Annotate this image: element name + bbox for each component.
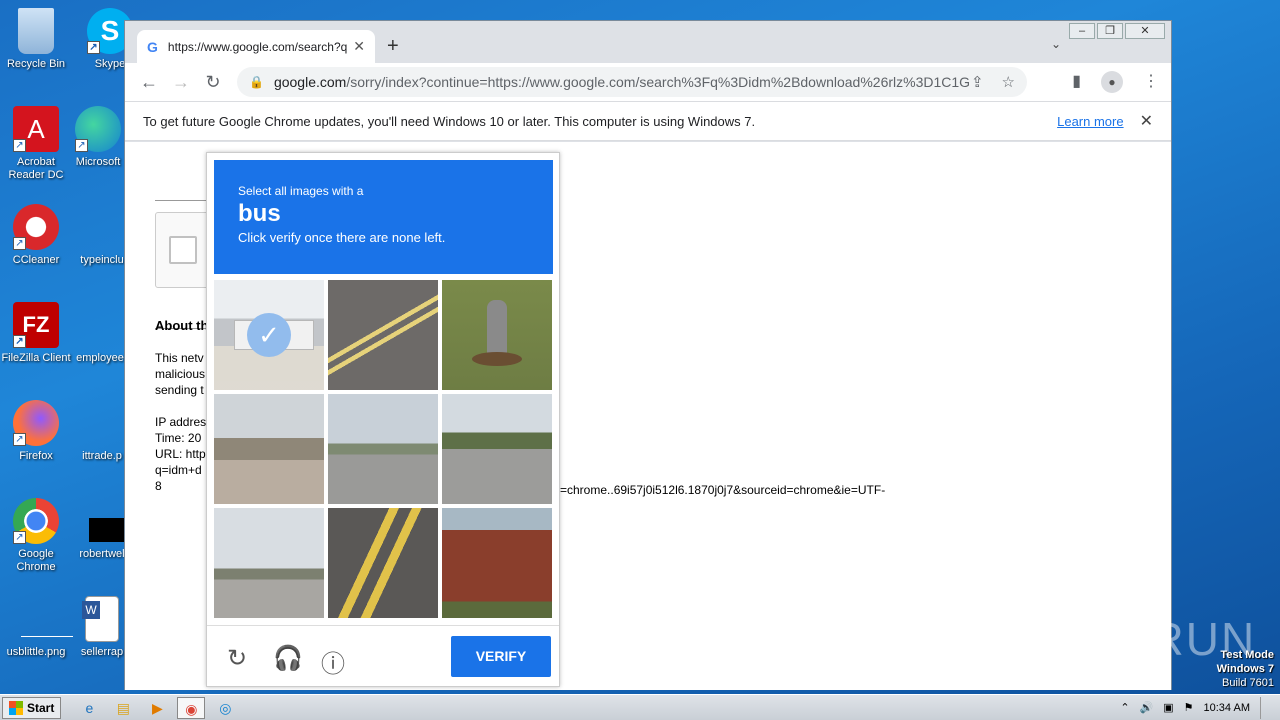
menu-kebab-icon[interactable]: ⋮ <box>1143 71 1159 93</box>
recaptcha-challenge: Select all images with a bus Click verif… <box>206 152 560 687</box>
tile-fire-hydrant[interactable] <box>442 280 552 390</box>
file-icon <box>79 204 125 250</box>
word-icon: W <box>82 596 119 642</box>
address-host: google.com <box>273 74 347 90</box>
forward-button[interactable]: → <box>165 72 197 93</box>
request-info: IP addres Time: 20 URL: http q=idm+d 8 <box>155 415 207 493</box>
ie-taskbar-icon[interactable]: e <box>75 697 103 719</box>
about-heading: About th <box>155 318 209 333</box>
about-paragraph: This netv malicious sending t <box>155 351 206 397</box>
infobar-text: To get future Google Chrome updates, you… <box>143 113 756 129</box>
desktop-icon-recycle-bin[interactable]: Recycle Bin <box>0 8 72 71</box>
close-window-button[interactable]: ✕ <box>1125 23 1165 39</box>
side-panel-icon[interactable]: ▮ <box>1072 71 1081 93</box>
system-tray: ⌃ 🔊 ▣ ⚑ 10:34 AM <box>1120 696 1280 719</box>
file-icon <box>79 400 125 446</box>
edge-icon: ↗ <box>75 106 121 152</box>
bookmark-star-icon[interactable]: ☆ <box>1002 73 1015 91</box>
desktop-icon-ccleaner[interactable]: ↗ CCleaner <box>0 204 72 267</box>
acrobat-icon: A ↗ <box>13 106 59 152</box>
challenge-header: Select all images with a bus Click verif… <box>214 160 553 274</box>
desktop-icon-chrome[interactable]: ↗ Google Chrome <box>0 498 72 574</box>
browser-toolbar: ← → ↻ 🔒 google.com /sorry/index?continue… <box>125 63 1171 101</box>
filezilla-icon: FZ ↗ <box>13 302 59 348</box>
learn-more-link[interactable]: Learn more <box>1057 114 1123 129</box>
action-center-flag-icon[interactable]: ⚑ <box>1184 701 1194 714</box>
tile-yellow-lines[interactable] <box>328 508 438 618</box>
tile-road-lines[interactable] <box>328 280 438 390</box>
tile-bus-street[interactable]: ✓ <box>214 280 324 390</box>
test-mode-watermark: Test Mode Windows 7 Build 7601 <box>1216 649 1274 689</box>
chrome-taskbar-icon[interactable]: ◉ <box>177 696 206 719</box>
address-path: /sorry/index?continue=https://www.google… <box>346 74 971 90</box>
recycle-bin-icon <box>18 8 54 54</box>
image-grid: ✓ <box>214 280 553 618</box>
desktop-icon-filezilla[interactable]: FZ ↗ FileZilla Client <box>0 302 72 365</box>
media-player-taskbar-icon[interactable]: ▶ <box>143 697 171 719</box>
audio-challenge-icon[interactable]: 🎧 <box>273 644 303 673</box>
share-icon[interactable]: ⇪ <box>971 73 984 91</box>
minimize-button[interactable]: – <box>1069 23 1095 39</box>
challenge-instruction: Select all images with a <box>238 184 364 198</box>
info-icon[interactable]: ⓘ <box>321 644 345 679</box>
volume-icon[interactable]: 🔊 <box>1140 701 1154 714</box>
tab-search-chevron-icon[interactable]: ⌄ <box>1051 37 1061 51</box>
file-icon <box>77 302 123 348</box>
challenge-hint: Click verify once there are none left. <box>238 230 446 245</box>
challenge-footer: ↻ 🎧 ⓘ VERIFY <box>207 625 559 687</box>
tile-brick-house[interactable] <box>442 508 552 618</box>
verify-button[interactable]: VERIFY <box>451 636 551 677</box>
image-icon <box>13 596 73 642</box>
url-tail-text: =chrome..69i57j0i512l6.1870j0j7&sourceid… <box>560 483 886 497</box>
new-tab-button[interactable]: + <box>387 35 399 58</box>
tab-title: https://www.google.com/search?q= <box>167 39 348 54</box>
selected-check-icon: ✓ <box>247 313 291 357</box>
windows-flag-icon <box>9 700 23 715</box>
update-infobar: To get future Google Chrome updates, you… <box>125 101 1171 141</box>
tile-highway[interactable] <box>328 394 438 504</box>
clock[interactable]: 10:34 AM <box>1204 702 1250 714</box>
desktop-icon-firefox[interactable]: ↗ Firefox <box>0 400 72 463</box>
back-button[interactable]: ← <box>133 72 165 93</box>
show-hidden-icons-icon[interactable]: ⌃ <box>1120 701 1129 714</box>
profile-avatar-icon[interactable]: ● <box>1101 71 1123 93</box>
close-infobar-icon[interactable]: ✕ <box>1140 111 1153 131</box>
chrome-icon: ↗ <box>13 498 59 544</box>
ccleaner-icon: ↗ <box>13 204 59 250</box>
close-tab-icon[interactable]: ✕ <box>353 38 365 55</box>
address-bar[interactable]: 🔒 google.com /sorry/index?continue=https… <box>237 67 1027 97</box>
recaptcha-checkbox[interactable] <box>169 236 197 264</box>
show-desktop-button[interactable] <box>1260 696 1270 719</box>
network-icon[interactable]: ▣ <box>1163 701 1173 714</box>
tile-road-cars[interactable] <box>214 508 324 618</box>
browser-tab[interactable]: G https://www.google.com/search?q= ✕ <box>137 30 375 63</box>
tile-road-palms[interactable] <box>214 394 324 504</box>
firefox-icon: ↗ <box>13 400 59 446</box>
taskbar: Start e ▤ ▶ ◉ ◎ ⌃ 🔊 ▣ ⚑ 10:34 AM <box>0 694 1280 720</box>
restore-button[interactable]: ❐ <box>1097 23 1123 39</box>
tile-intersection[interactable] <box>442 394 552 504</box>
edge-taskbar-icon[interactable]: ◎ <box>211 697 239 719</box>
reload-challenge-icon[interactable]: ↻ <box>227 644 247 673</box>
window-controls: – ❐ ✕ <box>1069 23 1165 39</box>
google-favicon-icon: G <box>147 38 158 55</box>
recaptcha-checkbox-widget[interactable] <box>155 212 211 288</box>
file-icon <box>79 498 125 544</box>
start-button[interactable]: Start <box>2 696 62 719</box>
reload-button[interactable]: ↻ <box>197 72 229 93</box>
challenge-keyword: bus <box>238 200 281 227</box>
lock-icon: 🔒 <box>249 75 264 89</box>
desktop-icon-usblittle[interactable]: usblittle.png <box>0 596 73 659</box>
explorer-taskbar-icon[interactable]: ▤ <box>109 697 137 719</box>
